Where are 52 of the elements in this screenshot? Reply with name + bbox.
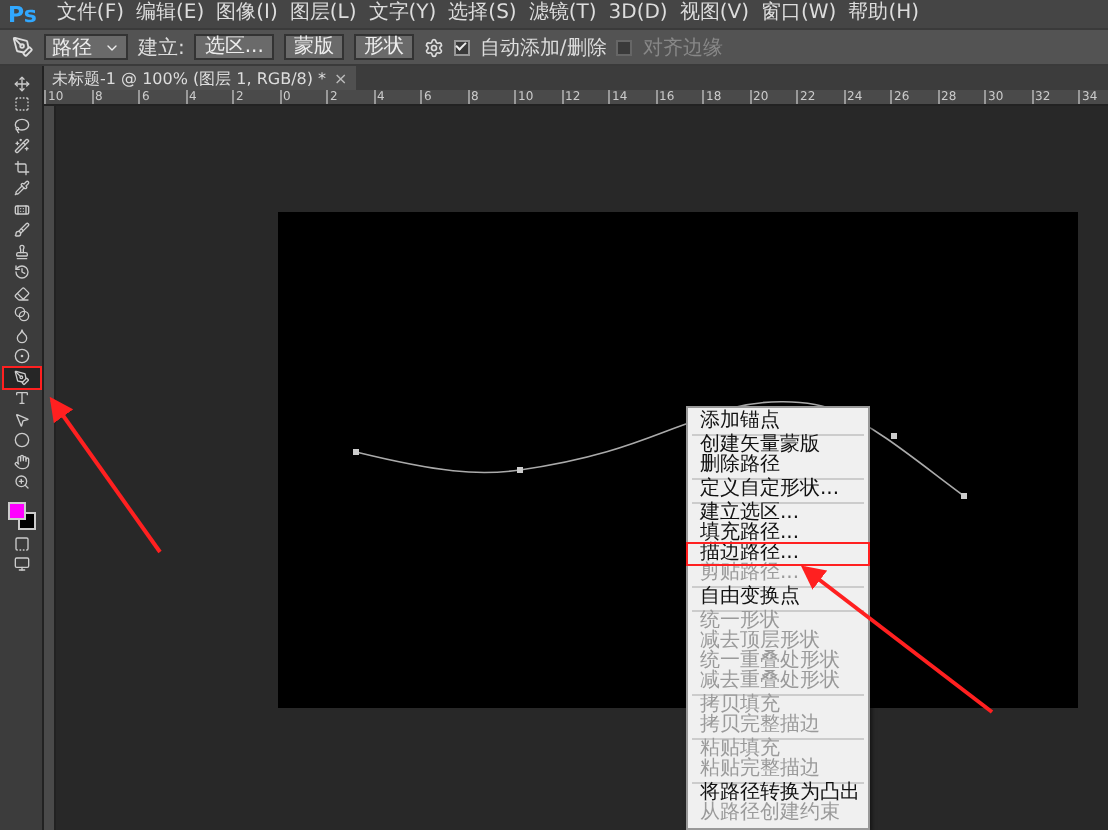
stamp-icon: [13, 243, 29, 260]
option-button[interactable]: 蒙版: [283, 34, 344, 60]
menu-item[interactable]: 图层(L): [289, 2, 357, 26]
history-brush-icon: [13, 264, 29, 281]
pen-icon[interactable]: [12, 36, 34, 58]
menu-item[interactable]: 创建矢量蒙版: [688, 436, 868, 456]
menu-item[interactable]: 将路径转换为凸出: [688, 784, 868, 804]
menu-item[interactable]: 文件(F): [56, 2, 124, 26]
menu-item[interactable]: 视图(V): [679, 2, 749, 26]
menu-item[interactable]: 文字(Y): [368, 2, 437, 26]
marquee-icon: [13, 96, 29, 113]
menu-item[interactable]: 选择(S): [448, 2, 517, 26]
pen-icon: [13, 369, 29, 386]
monitor-icon: [13, 556, 29, 573]
brush-icon: [13, 222, 29, 239]
make-label: 建立:: [138, 35, 185, 61]
menu-item[interactable]: 滤镜(T): [528, 2, 597, 26]
menu-item[interactable]: 自由变换点: [688, 588, 868, 608]
menu-item[interactable]: 编辑(E): [135, 2, 205, 26]
menu-item[interactable]: 删除路径: [688, 456, 868, 476]
zoom-icon: [13, 474, 29, 491]
eyedropper-icon: [13, 180, 29, 197]
checkbox-label: 自动添加/删除: [479, 35, 607, 61]
droplet-icon: [13, 327, 29, 344]
menu-item[interactable]: 3D(D): [608, 2, 668, 26]
settings-icon[interactable]: [423, 37, 444, 57]
tool-button[interactable]: [3, 368, 39, 387]
type-icon: [13, 390, 29, 407]
lasso-icon: [13, 117, 29, 134]
option-button[interactable]: 形状: [353, 34, 414, 60]
pointer-icon: [13, 411, 29, 428]
eraser-icon: [13, 285, 29, 302]
menu-item[interactable]: 帮助(H): [848, 2, 920, 26]
menu-item[interactable]: 图像(I): [216, 2, 278, 26]
checkbox[interactable]: [453, 39, 470, 55]
menu-item[interactable]: 填充路径...: [688, 524, 868, 544]
ellipse-icon: [13, 432, 29, 449]
crop-icon: [13, 159, 29, 176]
close-icon[interactable]: ×: [334, 69, 348, 87]
hand-icon: [13, 453, 29, 470]
wand-icon: [13, 138, 29, 155]
mode-dropdown[interactable]: 路径: [44, 34, 128, 60]
bandage-icon: [13, 201, 29, 218]
menu-item[interactable]: 添加锚点: [688, 412, 868, 432]
app-logo: Ps: [8, 1, 37, 27]
foreground-swatch[interactable]: [7, 502, 25, 520]
option-button[interactable]: 选区...: [194, 34, 274, 60]
menu-item[interactable]: 建立选区...: [688, 504, 868, 524]
document-tab[interactable]: 未标题-1 @ 100% (图层 1, RGB/8) * ×: [44, 66, 356, 90]
menu-item[interactable]: 定义自定形状...: [688, 480, 868, 500]
move-icon: [13, 75, 29, 92]
menu-item[interactable]: 窗口(W): [760, 2, 837, 26]
